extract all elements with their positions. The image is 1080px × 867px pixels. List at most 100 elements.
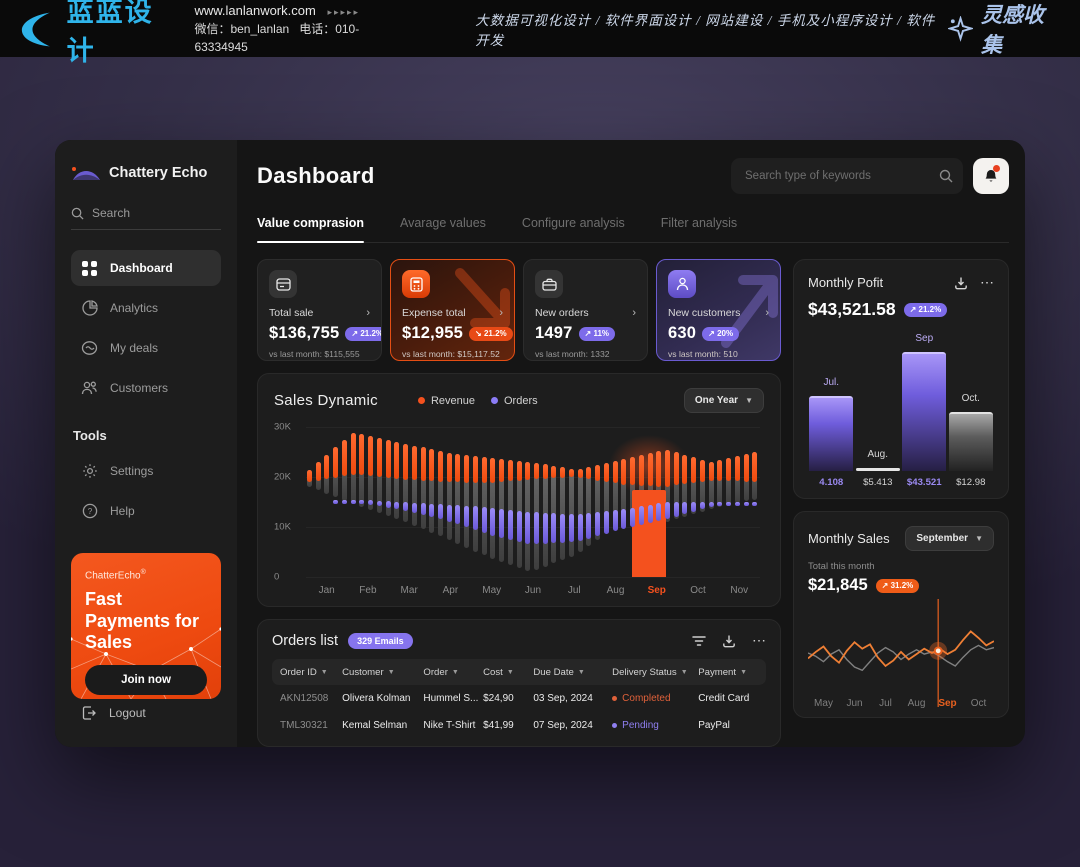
table-row[interactable]: AKN12508 Olivera Kolman Hummel S... $24,… <box>272 685 766 712</box>
sidebar-item-customers[interactable]: Customers <box>71 370 221 406</box>
sidebar-item-analytics[interactable]: Analytics <box>71 290 221 326</box>
col-due-date[interactable]: Due Date▼ <box>533 667 612 678</box>
change-badge: ↗ 21.2% <box>904 303 948 317</box>
stat-title: New customers <box>668 307 740 319</box>
orders-dot-icon <box>491 397 498 404</box>
stat-note: vs last month: $15,117.52 <box>402 349 503 359</box>
more-icon[interactable]: ⋯ <box>752 632 766 649</box>
tools-heading: Tools <box>71 428 221 443</box>
cell-payment: PayPal <box>698 720 758 731</box>
dashboard-grid-icon <box>81 261 98 276</box>
deals-icon <box>81 340 98 356</box>
sales-dynamic-bars: 30K20K10K0 <box>306 427 760 577</box>
cell-order-id: AKN12508 <box>280 693 342 704</box>
change-badge: ↗ 11% <box>579 327 616 341</box>
chevron-right-icon[interactable]: › <box>632 307 636 319</box>
x-axis-label: Oct <box>677 585 718 596</box>
col-delivery-status[interactable]: Delivery Status▼ <box>612 667 698 678</box>
sidebar-item-settings[interactable]: Settings <box>71 453 221 489</box>
download-icon[interactable] <box>722 634 736 648</box>
stat-title: Expense total <box>402 307 466 319</box>
col-order[interactable]: Order▼ <box>423 667 483 678</box>
site-header: 蓝蓝设计 www.lanlanwork.com ▸▸▸▸▸ 微信：ben_lan… <box>0 0 1080 57</box>
stat-value: $12,955 <box>402 324 463 343</box>
notifications-button[interactable] <box>973 158 1009 194</box>
stat-value: 630 <box>668 324 696 343</box>
cell-order: Hummel S... <box>423 693 483 704</box>
sales-dynamic-plot: 30K20K10K0 <box>306 427 760 577</box>
change-badge: ↗ 31.2% <box>876 579 920 593</box>
stat-card-expense-total[interactable]: Expense total › $12,955 ↘ 21.2% vs last m… <box>390 259 515 361</box>
more-icon[interactable]: ⋯ <box>980 274 994 291</box>
monthly-profit-chart: Jul.Aug.SepOct. <box>808 326 994 471</box>
svg-text:?: ? <box>87 507 92 516</box>
tab-value-comprasion[interactable]: Value comprasion <box>257 216 364 242</box>
x-axis-label: Jul <box>554 585 595 596</box>
cell-cost: $41,99 <box>483 720 533 731</box>
sidebar-item-label: Dashboard <box>110 261 173 275</box>
x-axis-label: Feb <box>347 585 388 596</box>
tab-configure-analysis[interactable]: Configure analysis <box>522 216 625 242</box>
chevron-right-icon[interactable]: › <box>366 307 370 319</box>
site-logo[interactable]: 蓝蓝设计 <box>18 0 178 68</box>
brand-wave-icon <box>71 164 101 182</box>
tabs: Value comprasion Avarage values Configur… <box>257 216 1009 243</box>
logout-icon <box>81 705 97 721</box>
stat-card-new-orders[interactable]: New orders› 1497 ↗ 11% vs last month: 13… <box>523 259 648 361</box>
sidebar-item-dashboard[interactable]: Dashboard <box>71 250 221 286</box>
monthly-sales-chart <box>808 599 994 696</box>
promo-brand: ChatterEcho® <box>85 569 207 581</box>
monthly-sales-card: Monthly Sales September▼ Total this mont… <box>793 511 1009 718</box>
site-nav[interactable]: 大数据可视化设计 / 软件界面设计 / 网站建设 / 手机及小程序设计 / 软件… <box>475 9 948 49</box>
sort-caret-icon: ▼ <box>388 669 395 676</box>
range-select[interactable]: One Year▼ <box>684 388 764 413</box>
sort-caret-icon: ▼ <box>321 669 328 676</box>
user-icon <box>668 270 696 298</box>
chevron-right-icon[interactable]: › <box>765 307 769 319</box>
col-payment[interactable]: Payment▼ <box>698 667 758 678</box>
stat-note: vs last month: 510 <box>668 349 769 359</box>
download-icon[interactable] <box>954 276 968 290</box>
col-customer[interactable]: Customer▼ <box>342 667 423 678</box>
stat-card-total-sale[interactable]: Total sale› $136,755 ↗ 21.2% vs last mon… <box>257 259 382 361</box>
col-cost[interactable]: Cost▼ <box>483 667 533 678</box>
change-badge: ↗ 21.2% <box>345 327 382 341</box>
tab-avarage-values[interactable]: Avarage values <box>400 216 486 242</box>
chevron-right-icon[interactable]: › <box>499 307 503 319</box>
filter-icon[interactable] <box>692 635 706 647</box>
chevron-down-icon: ▼ <box>745 396 753 405</box>
main-search-input[interactable] <box>745 170 939 182</box>
col-order-id[interactable]: Order ID▼ <box>280 667 342 678</box>
monthly-sales-subtitle: Total this month <box>808 561 994 572</box>
stat-card-new-customers[interactable]: New customers› 630 ↗ 20% vs last month: … <box>656 259 781 361</box>
sidebar-item-label: Help <box>110 504 135 518</box>
change-badge: ↘ 21.2% <box>469 327 513 341</box>
join-now-button[interactable]: Join now <box>85 665 207 695</box>
table-row[interactable]: TML30321 Kemal Selman Nike T-Shirt $41,9… <box>272 712 766 739</box>
sidebar-search[interactable] <box>71 206 221 230</box>
monthly-profit-title: Monthly Pofit <box>808 275 883 290</box>
sidebar-nav: Dashboard Analytics My deals Customers <box>71 250 221 406</box>
bar-value: $43.521 <box>901 477 948 488</box>
sidebar-search-input[interactable] <box>92 206 202 220</box>
sidebar-item-help[interactable]: ? Help <box>71 493 221 529</box>
main-search[interactable] <box>731 158 963 194</box>
status-dot-icon <box>612 696 617 701</box>
logout-button[interactable]: Logout <box>71 699 221 731</box>
x-axis-label: Sep <box>636 585 677 596</box>
page-title: Dashboard <box>257 163 375 189</box>
app-brand[interactable]: Chattery Echo <box>71 164 221 182</box>
emails-badge[interactable]: 329 Emails <box>348 633 413 649</box>
tools-nav: Settings ? Help <box>71 453 221 529</box>
sidebar-item-my-deals[interactable]: My deals <box>71 330 221 366</box>
stat-title: New orders <box>535 307 589 319</box>
x-axis-label: Jan <box>306 585 347 596</box>
month-select[interactable]: September▼ <box>905 526 994 551</box>
stat-cards: Total sale› $136,755 ↗ 21.2% vs last mon… <box>257 259 781 361</box>
inspiration-collect[interactable]: 灵感收集 <box>948 0 1062 59</box>
tab-filter-analysis[interactable]: Filter analysis <box>661 216 737 242</box>
site-url[interactable]: www.lanlanwork.com <box>194 3 315 18</box>
cell-customer: Olivera Kolman <box>342 693 423 704</box>
bar-value: 4.108 <box>808 477 855 488</box>
bar-label: Sep <box>902 333 946 344</box>
